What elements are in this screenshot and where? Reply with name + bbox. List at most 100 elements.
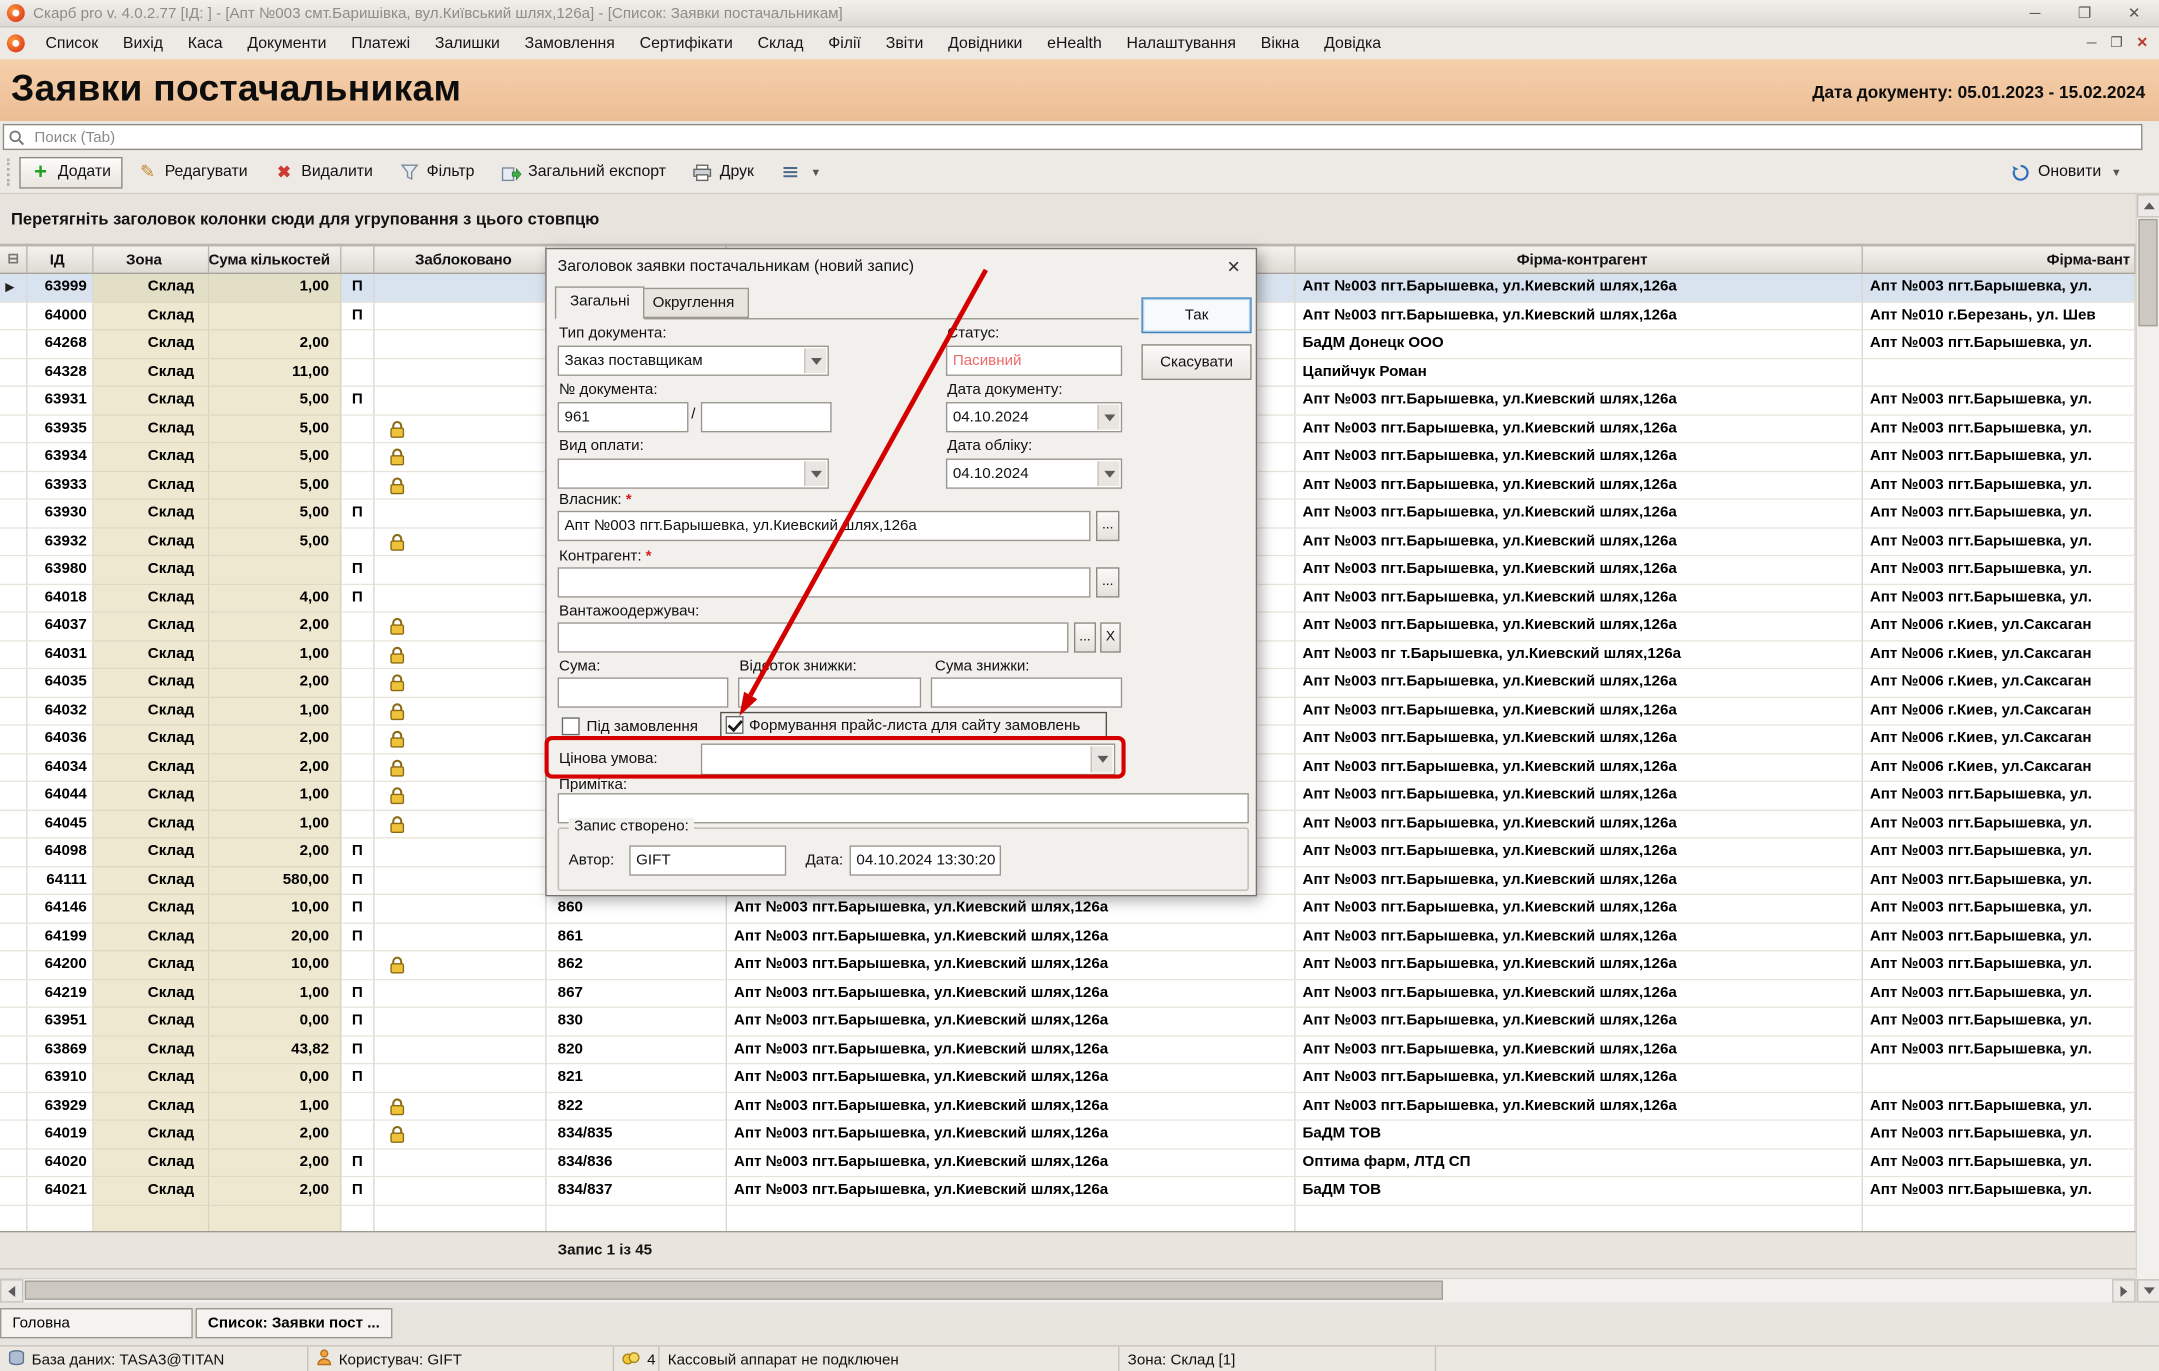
consignee-input[interactable] bbox=[558, 622, 1069, 652]
scroll-down-icon[interactable] bbox=[2137, 1279, 2159, 1302]
column-header-p-flag[interactable] bbox=[341, 246, 374, 274]
menu-item[interactable]: eHealth bbox=[1035, 31, 1114, 56]
chevron-down-icon[interactable] bbox=[1097, 461, 1119, 486]
window-close-icon[interactable]: ✕ bbox=[2109, 0, 2159, 26]
table-row[interactable]: 64219 Склад 1,00 П 867 Апт №003 пгт.Бары… bbox=[0, 980, 2136, 1008]
price-condition-select[interactable] bbox=[701, 744, 1115, 776]
edit-button[interactable]: ✎ Редагувати bbox=[126, 156, 258, 188]
column-header-contractor-firm[interactable]: Фірма-контрагент bbox=[1296, 246, 1863, 274]
vertical-scrollbar[interactable] bbox=[2136, 194, 2159, 1302]
table-row[interactable]: 64200 Склад 10,00 862 Апт №003 пгт.Барыш… bbox=[0, 951, 2136, 979]
column-header-qty[interactable]: Сума кількостей bbox=[209, 246, 341, 274]
menu-item[interactable]: Замовлення bbox=[512, 31, 627, 56]
menu-item[interactable]: Довідники bbox=[936, 31, 1035, 56]
doc-number-suffix-input[interactable] bbox=[701, 402, 832, 432]
menu-item[interactable]: Список bbox=[33, 31, 110, 56]
account-date-picker[interactable]: 04.10.2024 bbox=[946, 459, 1122, 489]
ok-button[interactable]: Так bbox=[1141, 297, 1251, 333]
group-by-panel[interactable]: Перетягніть заголовок колонки сюди для у… bbox=[0, 194, 2159, 245]
search-input[interactable] bbox=[3, 124, 2143, 150]
table-row[interactable]: 64019 Склад 2,00 834/835 Апт №003 пгт.Ба… bbox=[0, 1121, 2136, 1149]
scroll-left-icon[interactable] bbox=[0, 1279, 23, 1302]
menu-item[interactable]: Платежі bbox=[339, 31, 423, 56]
price-list-checkbox[interactable] bbox=[726, 716, 744, 734]
dialog-close-icon[interactable]: ✕ bbox=[1221, 256, 1246, 278]
tab-supplier-requests-list[interactable]: Список: Заявки пост ... bbox=[196, 1308, 393, 1338]
sum-input[interactable] bbox=[558, 677, 729, 707]
menu-item[interactable]: Вихід bbox=[111, 31, 176, 56]
print-button[interactable]: Друк bbox=[681, 156, 765, 188]
mdi-minimize-icon[interactable]: ─ bbox=[2087, 36, 2097, 51]
chevron-down-icon[interactable] bbox=[1091, 746, 1113, 772]
table-row[interactable]: 64020 Склад 2,00 П 834/836 Апт №003 пгт.… bbox=[0, 1149, 2136, 1177]
menu-item[interactable]: Залишки bbox=[423, 31, 513, 56]
cell-consignee-firm bbox=[1863, 1205, 2136, 1230]
consignee-browse-button[interactable]: ... bbox=[1074, 622, 1096, 652]
discount-sum-input[interactable] bbox=[931, 677, 1122, 707]
export-button[interactable]: Загальний експорт bbox=[490, 156, 677, 188]
pay-type-select[interactable] bbox=[558, 459, 829, 489]
menu-item[interactable]: Звіти bbox=[873, 31, 935, 56]
chevron-down-icon[interactable] bbox=[804, 348, 826, 373]
toolbar-grip[interactable] bbox=[7, 158, 11, 186]
tab-home[interactable]: Головна bbox=[0, 1308, 193, 1338]
cell-consignee-firm: Апт №003 пгт.Барышевка, ул. bbox=[1863, 782, 2136, 810]
grid-corner[interactable]: ⊟ bbox=[0, 246, 28, 274]
doc-date-picker[interactable]: 04.10.2024 bbox=[946, 402, 1122, 432]
vertical-scroll-thumb[interactable] bbox=[2138, 219, 2157, 326]
cell-zone: Склад bbox=[94, 697, 210, 725]
delete-button[interactable]: ✖ Видалити bbox=[263, 156, 384, 188]
menu-item[interactable]: Налаштування bbox=[1114, 31, 1248, 56]
mdi-close-icon[interactable]: ✕ bbox=[2136, 36, 2148, 51]
table-row[interactable]: 63910 Склад 0,00 П 821 Апт №003 пгт.Бары… bbox=[0, 1064, 2136, 1092]
owner-input[interactable]: Апт №003 пгт.Барышевка, ул.Киевский шлях… bbox=[558, 511, 1091, 541]
chevron-down-icon[interactable] bbox=[804, 461, 826, 486]
contractor-input[interactable] bbox=[558, 567, 1091, 597]
column-header-zone[interactable]: Зона bbox=[94, 246, 210, 274]
chevron-down-icon[interactable] bbox=[1097, 405, 1119, 430]
menu-item[interactable]: Склад bbox=[745, 31, 816, 56]
doc-type-label: Тип документа: bbox=[559, 325, 667, 342]
cancel-button[interactable]: Скасувати bbox=[1141, 344, 1251, 380]
table-row[interactable]: 64146 Склад 10,00 П 860 Апт №003 пгт.Бар… bbox=[0, 895, 2136, 923]
consignee-clear-button[interactable]: X bbox=[1100, 622, 1121, 652]
refresh-button[interactable]: Оновити ▼ bbox=[1999, 156, 2132, 188]
contractor-browse-button[interactable]: ... bbox=[1096, 567, 1119, 597]
table-row[interactable]: 64021 Склад 2,00 П 834/837 Апт №003 пгт.… bbox=[0, 1177, 2136, 1205]
table-row[interactable] bbox=[0, 1205, 2136, 1230]
tab-rounding[interactable]: Округлення bbox=[638, 288, 750, 318]
doc-number-input[interactable]: 961 bbox=[558, 402, 689, 432]
window-maximize-icon[interactable]: ❐ bbox=[2060, 0, 2110, 26]
table-row[interactable]: 63929 Склад 1,00 822 Апт №003 пгт.Барыше… bbox=[0, 1093, 2136, 1121]
window-minimize-icon[interactable]: ─ bbox=[2010, 0, 2060, 26]
horizontal-scrollbar[interactable] bbox=[0, 1278, 2136, 1303]
column-header-blocked[interactable]: Заблоковано bbox=[375, 246, 547, 274]
view-options-button[interactable]: ▼ bbox=[769, 156, 832, 188]
menu-item[interactable]: Філії bbox=[816, 31, 874, 56]
under-order-checkbox[interactable] bbox=[562, 717, 580, 735]
mdi-restore-icon[interactable]: ❐ bbox=[2110, 36, 2122, 51]
owner-browse-button[interactable]: ... bbox=[1096, 511, 1119, 541]
cell-contractor-firm: Апт №003 пгт.Барышевка, ул.Киевский шлях… bbox=[1296, 697, 1863, 725]
menu-item[interactable]: Каса bbox=[175, 31, 235, 56]
column-header-id[interactable]: ІД bbox=[28, 246, 94, 274]
menu-item[interactable]: Вікна bbox=[1248, 31, 1311, 56]
author-input[interactable]: GIFT bbox=[629, 845, 786, 875]
doc-type-select[interactable]: Заказ поставщикам bbox=[558, 346, 829, 376]
scroll-up-icon[interactable] bbox=[2137, 194, 2159, 217]
horizontal-scroll-thumb[interactable] bbox=[25, 1281, 1443, 1300]
add-button[interactable]: + Додати bbox=[19, 156, 122, 188]
discount-pct-input[interactable] bbox=[738, 677, 921, 707]
table-row[interactable]: 64199 Склад 20,00 П 861 Апт №003 пгт.Бар… bbox=[0, 923, 2136, 951]
menu-item[interactable]: Сертифікати bbox=[627, 31, 745, 56]
created-date-input[interactable]: 04.10.2024 13:30:20 bbox=[850, 845, 1001, 875]
filter-button[interactable]: Фільтр bbox=[388, 156, 485, 188]
menu-item[interactable]: Документи bbox=[235, 31, 339, 56]
cell-zone: Склад bbox=[94, 641, 210, 669]
table-row[interactable]: 63951 Склад 0,00 П 830 Апт №003 пгт.Бары… bbox=[0, 1008, 2136, 1036]
tab-general[interactable]: Загальні bbox=[555, 286, 645, 319]
column-header-consignee-firm[interactable]: Фірма-вант bbox=[1863, 246, 2136, 274]
table-row[interactable]: 63869 Склад 43,82 П 820 Апт №003 пгт.Бар… bbox=[0, 1036, 2136, 1064]
scroll-right-icon[interactable] bbox=[2112, 1279, 2135, 1302]
menu-item[interactable]: Довідка bbox=[1312, 31, 1394, 56]
